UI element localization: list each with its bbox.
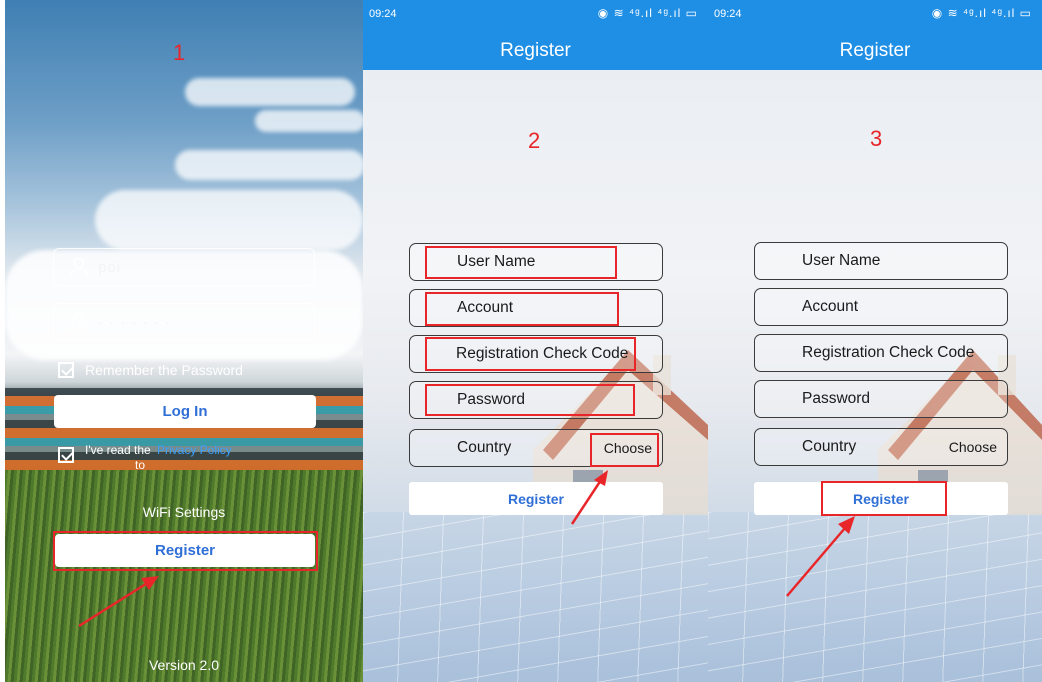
remember-password-checkbox[interactable] bbox=[58, 362, 74, 378]
highlight-box bbox=[821, 481, 947, 516]
highlight-box bbox=[53, 531, 318, 571]
cloud bbox=[185, 78, 355, 106]
page-title: Register bbox=[363, 32, 708, 70]
agree-privacy-checkbox[interactable] bbox=[58, 447, 74, 463]
remember-password-label: Remember the Password bbox=[85, 362, 243, 378]
status-bar: 09:24 ◉ ≋ ⁴ᵍ.ıl ⁴ᵍ.ıl ▭ bbox=[708, 0, 1042, 32]
highlight-box bbox=[425, 246, 617, 279]
country-label: Country bbox=[802, 438, 857, 455]
register-button[interactable]: Register bbox=[409, 482, 663, 515]
cloud bbox=[255, 110, 363, 132]
status-icons: ◉ ≋ ⁴ᵍ.ıl ⁴ᵍ.ıl ▭ bbox=[597, 6, 698, 20]
page-title: Register bbox=[708, 32, 1042, 70]
password-field[interactable]: Password bbox=[754, 380, 1008, 418]
highlight-box bbox=[425, 384, 635, 416]
privacy-policy-link[interactable]: Privacy Policy bbox=[157, 443, 232, 457]
register-screen-panel-step3: 09:24 ◉ ≋ ⁴ᵍ.ıl ⁴ᵍ.ıl ▭ Register 3 User … bbox=[708, 0, 1042, 682]
agree-text: I've read the bbox=[85, 443, 151, 457]
status-time: 09:24 bbox=[714, 8, 742, 20]
arrow-icon bbox=[786, 516, 855, 597]
highlight-box bbox=[425, 337, 636, 371]
username-value: poi bbox=[98, 258, 122, 276]
solar-tiles-background bbox=[363, 512, 708, 682]
account-field[interactable]: Account bbox=[754, 288, 1008, 326]
username-input[interactable]: poi bbox=[53, 248, 315, 286]
status-time: 09:24 bbox=[369, 8, 397, 20]
step-number: 3 bbox=[870, 126, 883, 151]
agree-text-to: to bbox=[135, 458, 146, 472]
cloud bbox=[95, 190, 363, 250]
password-label: Password bbox=[802, 390, 871, 407]
check-code-field[interactable]: Registration Check Code bbox=[754, 334, 1008, 372]
highlight-box bbox=[590, 433, 659, 467]
user-icon bbox=[68, 256, 90, 278]
user-name-field[interactable]: User Name bbox=[754, 242, 1008, 280]
choose-button[interactable]: Choose bbox=[949, 439, 997, 455]
user-name-label: User Name bbox=[802, 252, 881, 269]
highlight-box bbox=[425, 292, 619, 326]
step-number: 1 bbox=[173, 40, 186, 65]
login-button[interactable]: Log In bbox=[54, 395, 316, 428]
password-value: · · · · · · · bbox=[98, 313, 171, 331]
register-screen-panel: 09:24 ◉ ≋ ⁴ᵍ.ıl ⁴ᵍ.ıl ▭ Register 2 User … bbox=[363, 0, 708, 682]
status-icons: ◉ ≋ ⁴ᵍ.ıl ⁴ᵍ.ıl ▭ bbox=[931, 6, 1032, 20]
country-label: Country bbox=[457, 439, 512, 456]
wifi-settings-link[interactable]: WiFi Settings bbox=[5, 504, 363, 520]
country-field[interactable]: Country Choose bbox=[754, 428, 1008, 466]
check-code-label: Registration Check Code bbox=[802, 344, 975, 361]
grass-field-background bbox=[5, 470, 363, 682]
arrow-icon bbox=[570, 470, 608, 525]
arrow-icon bbox=[78, 576, 159, 628]
account-label: Account bbox=[802, 298, 859, 315]
lock-icon bbox=[68, 311, 90, 333]
login-screen-panel: 1 poi · · · · · · · Remember the Passwor… bbox=[5, 0, 363, 682]
step-number: 2 bbox=[528, 128, 541, 153]
solar-tiles-background bbox=[708, 512, 1042, 682]
status-bar: 09:24 ◉ ≋ ⁴ᵍ.ıl ⁴ᵍ.ıl ▭ bbox=[363, 0, 708, 32]
cloud bbox=[175, 150, 363, 180]
version-label: Version 2.0 bbox=[148, 657, 220, 673]
password-input[interactable]: · · · · · · · bbox=[53, 303, 315, 341]
